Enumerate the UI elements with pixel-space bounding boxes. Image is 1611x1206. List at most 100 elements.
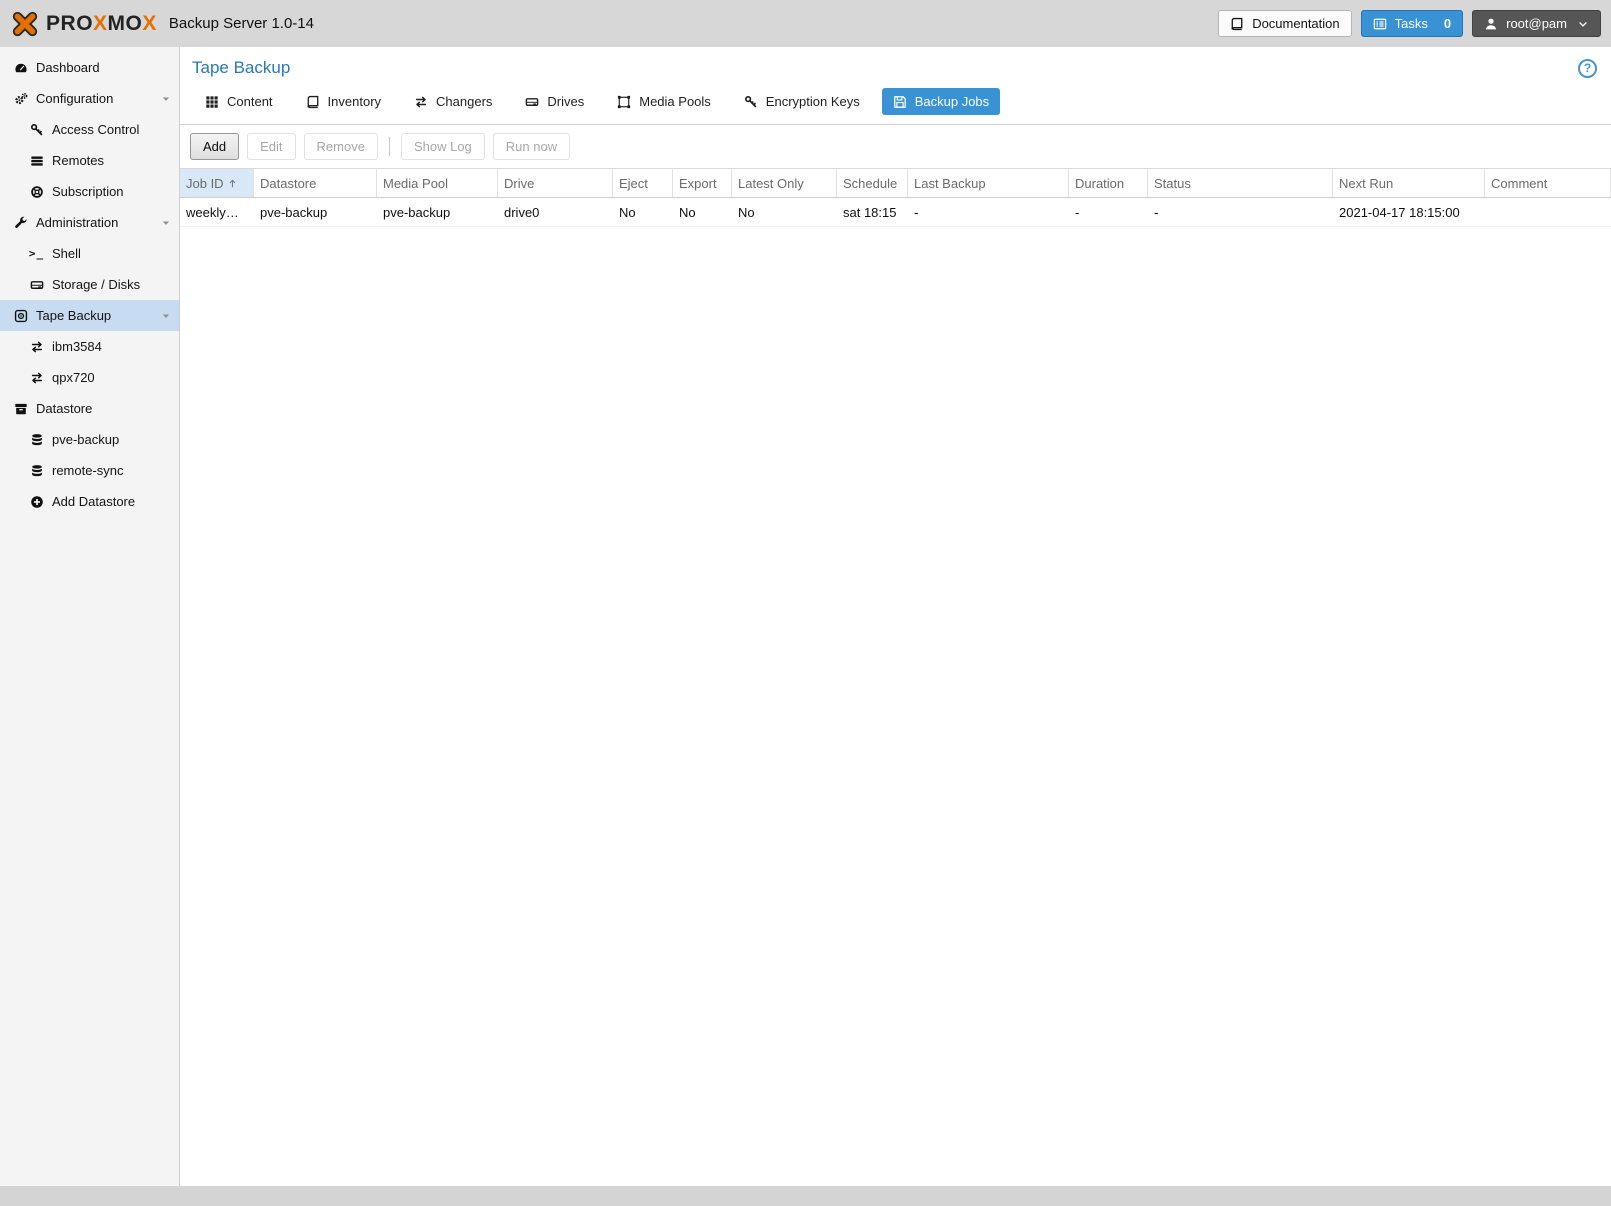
cell-last-backup: - xyxy=(914,204,919,220)
exchange-icon xyxy=(28,371,45,385)
logo-text: PROXMOX xyxy=(46,11,157,35)
sidebar-item-label: qpx720 xyxy=(52,370,95,385)
sidebar-item-qpx720[interactable]: qpx720 xyxy=(0,362,179,393)
sidebar-item-label: pve-backup xyxy=(52,432,120,447)
gears-icon xyxy=(12,92,29,106)
hdd-icon xyxy=(28,278,45,292)
documentation-button[interactable]: Documentation xyxy=(1218,10,1352,37)
column-header-status[interactable]: Status xyxy=(1148,169,1333,197)
sidebar-item-administration[interactable]: Administration xyxy=(0,207,179,238)
tab-media-pools[interactable]: Media Pools xyxy=(606,88,722,115)
key-icon xyxy=(28,123,45,137)
book-icon xyxy=(306,95,320,109)
book-icon xyxy=(1230,17,1244,31)
cell-latest-only: No xyxy=(738,204,755,220)
column-header-drive[interactable]: Drive xyxy=(498,169,613,197)
chevron-down-icon[interactable] xyxy=(161,311,171,321)
sidebar-item-pve-backup[interactable]: pve-backup xyxy=(0,424,179,455)
sidebar-item-label: Configuration xyxy=(36,91,114,106)
user-icon xyxy=(1484,17,1498,31)
column-header-job-id[interactable]: Job ID xyxy=(180,169,254,197)
column-header-latest-only[interactable]: Latest Only xyxy=(732,169,837,197)
cell-media-pool: pve-backup xyxy=(383,204,451,220)
sidebar-item-add-datastore[interactable]: Add Datastore xyxy=(0,486,179,517)
grid-empty-area xyxy=(180,227,1611,1186)
user-menu-button[interactable]: root@pam xyxy=(1472,10,1601,37)
toolbar-separator xyxy=(388,137,390,156)
column-header-export[interactable]: Export xyxy=(673,169,732,197)
chevron-down-icon xyxy=(1577,18,1589,30)
sidebar-item-ibm3584[interactable]: ibm3584 xyxy=(0,331,179,362)
sidebar-item-label: Shell xyxy=(52,246,81,261)
column-header-last-backup[interactable]: Last Backup xyxy=(908,169,1069,197)
page-title: Tape Backup xyxy=(192,58,291,77)
column-label: Drive xyxy=(504,175,535,191)
edit-button[interactable]: Edit xyxy=(247,133,296,160)
sidebar-item-remote-sync[interactable]: remote-sync xyxy=(0,455,179,486)
tab-label: Content xyxy=(227,94,273,109)
sidebar-item-label: Access Control xyxy=(52,122,140,137)
sidebar-item-remotes[interactable]: Remotes xyxy=(0,145,179,176)
column-header-next-run[interactable]: Next Run xyxy=(1333,169,1485,197)
add-button[interactable]: Add xyxy=(190,133,240,160)
tab-label: Changers xyxy=(436,94,493,109)
sidebar-item-shell[interactable]: >_ Shell xyxy=(0,238,179,269)
cell-datastore: pve-backup xyxy=(260,204,328,220)
chevron-down-icon[interactable] xyxy=(161,94,171,104)
column-header-datastore[interactable]: Datastore xyxy=(254,169,377,197)
cell-eject: No xyxy=(619,204,636,220)
column-header-media-pool[interactable]: Media Pool xyxy=(377,169,498,197)
tasks-button[interactable]: Tasks 0 xyxy=(1360,10,1464,37)
remove-button[interactable]: Remove xyxy=(303,133,378,160)
sidebar-item-label: Subscription xyxy=(52,184,124,199)
terminal-icon: >_ xyxy=(28,247,45,260)
sidebar-item-datastore[interactable]: Datastore xyxy=(0,393,179,424)
sidebar-item-label: remote-sync xyxy=(52,463,124,478)
cell-schedule: sat 18:15 xyxy=(843,204,897,220)
documentation-label: Documentation xyxy=(1252,16,1340,31)
grid-body: weekly… pve-backup pve-backup drive0 No No No s… xyxy=(180,198,1611,227)
cell-export: No xyxy=(679,204,696,220)
sidebar-item-label: Dashboard xyxy=(36,60,100,75)
chevron-down-icon[interactable] xyxy=(161,218,171,228)
tab-label: Media Pools xyxy=(639,94,711,109)
backup-jobs-grid: Job ID Datastore Media Pool Drive Eject Expor… xyxy=(180,168,1611,1186)
save-icon xyxy=(893,95,907,109)
tab-backup-jobs[interactable]: Backup Jobs xyxy=(881,88,1001,115)
proxmox-logo: PROXMOX xyxy=(10,9,157,39)
sidebar-item-access-control[interactable]: Access Control xyxy=(0,114,179,145)
sidebar-item-tape-backup[interactable]: Tape Backup xyxy=(0,300,179,331)
column-label: Datastore xyxy=(260,175,317,191)
sidebar: Dashboard Configuration Access Control Remo… xyxy=(0,47,180,1186)
sidebar-item-configuration[interactable]: Configuration xyxy=(0,83,179,114)
show-log-button[interactable]: Show Log xyxy=(400,133,485,160)
column-label: Next Run xyxy=(1339,175,1394,191)
tab-changers[interactable]: Changers xyxy=(403,88,503,115)
column-label: Export xyxy=(679,175,717,191)
tab-encryption-keys[interactable]: Encryption Keys xyxy=(733,88,871,115)
column-header-schedule[interactable]: Schedule xyxy=(837,169,908,197)
column-label: Last Backup xyxy=(914,175,986,191)
tab-inventory[interactable]: Inventory xyxy=(295,88,392,115)
remotes-icon xyxy=(28,154,45,168)
column-header-duration[interactable]: Duration xyxy=(1069,169,1148,197)
cell-drive: drive0 xyxy=(504,204,540,220)
tab-drives[interactable]: Drives xyxy=(514,88,595,115)
table-row[interactable]: weekly… pve-backup pve-backup drive0 No No No s… xyxy=(180,198,1611,227)
content-panel: Tape Backup ? Content Inventory Changers Dr… xyxy=(180,47,1611,1186)
run-now-button[interactable]: Run now xyxy=(492,133,571,160)
sidebar-item-dashboard[interactable]: Dashboard xyxy=(0,52,179,83)
app-window: PROXMOX Backup Server 1.0-14 Documentati… xyxy=(0,0,1611,1206)
column-label: Status xyxy=(1154,175,1191,191)
database-icon xyxy=(28,433,45,447)
content-header: Tape Backup ? xyxy=(180,47,1611,82)
sidebar-item-subscription[interactable]: Subscription xyxy=(0,176,179,207)
support-icon xyxy=(28,185,45,199)
cell-comment xyxy=(1485,198,1611,226)
column-header-eject[interactable]: Eject xyxy=(613,169,673,197)
sidebar-item-storage-disks[interactable]: Storage / Disks xyxy=(0,269,179,300)
help-icon[interactable]: ? xyxy=(1578,58,1597,78)
cell-status: - xyxy=(1154,204,1159,220)
tab-content[interactable]: Content xyxy=(194,88,284,115)
column-header-comment[interactable]: Comment xyxy=(1485,169,1611,197)
